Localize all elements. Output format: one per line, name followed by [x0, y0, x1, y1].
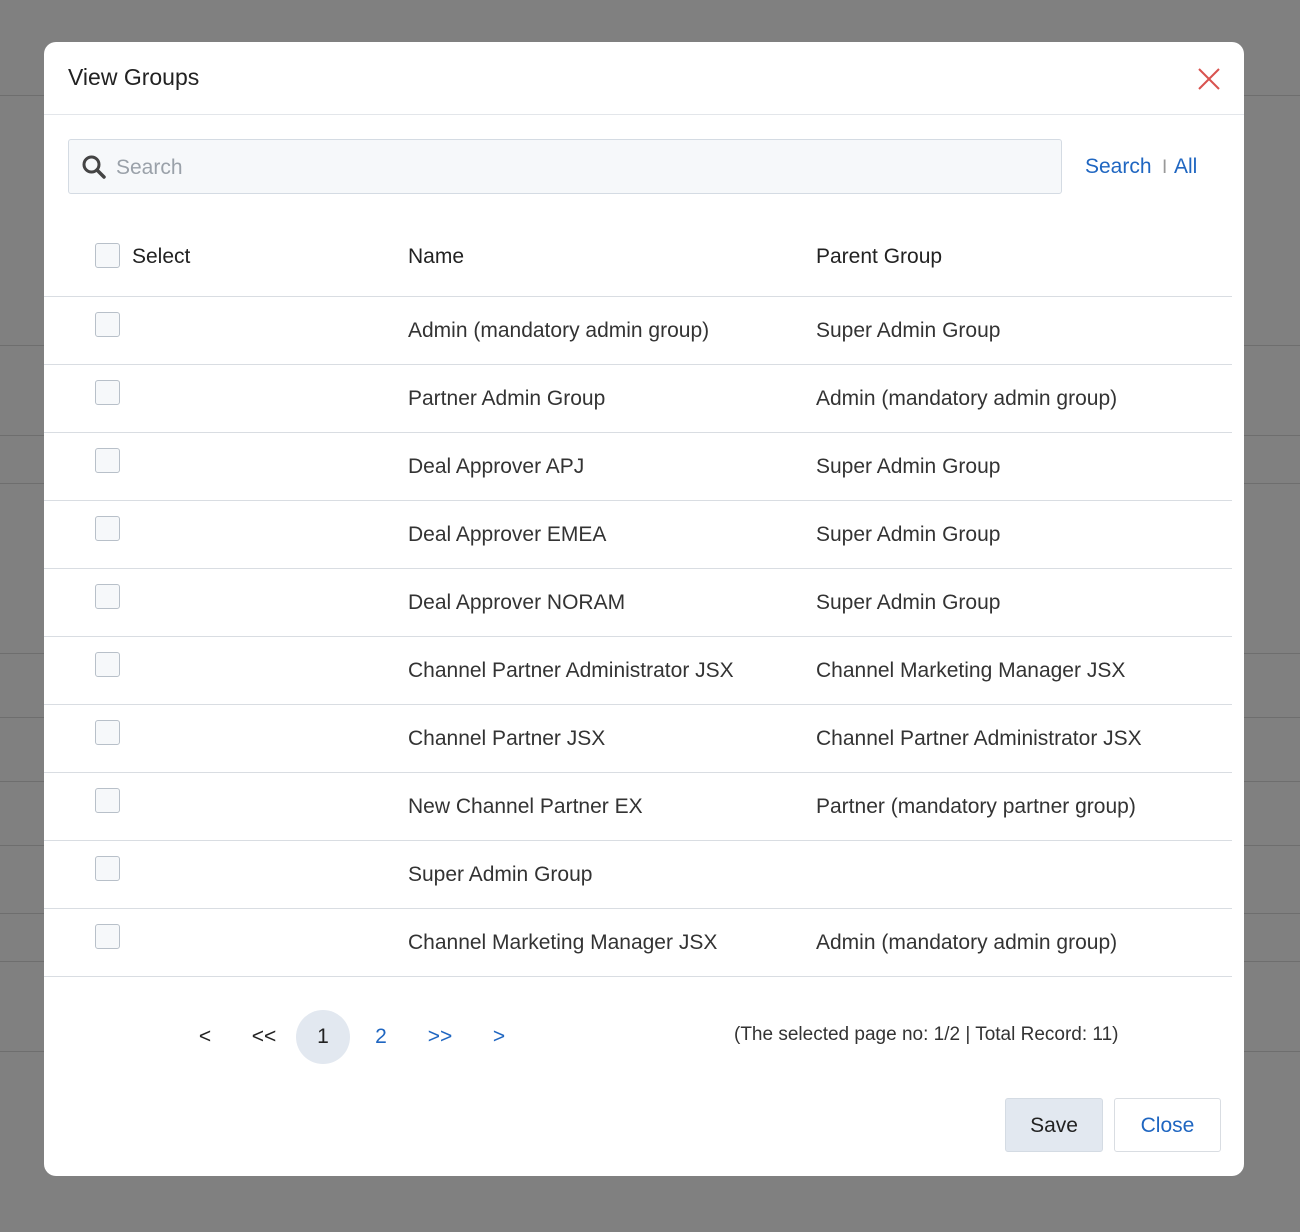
- pager-page-1[interactable]: 1: [296, 1010, 350, 1064]
- row-checkbox[interactable]: [95, 312, 120, 337]
- pager-next[interactable]: >: [484, 1010, 514, 1064]
- table-row: Deal Approver APJ Super Admin Group: [44, 433, 1232, 501]
- save-button[interactable]: Save: [1005, 1098, 1103, 1152]
- search-box: [68, 139, 1062, 194]
- all-link[interactable]: All: [1174, 155, 1197, 179]
- parent-group: Super Admin Group: [816, 319, 1001, 342]
- page-info: (The selected page no: 1/2 | Total Recor…: [734, 1024, 1119, 1045]
- pager-first[interactable]: <<: [244, 1010, 284, 1064]
- table-row: Channel Partner JSX Channel Partner Admi…: [44, 705, 1232, 773]
- parent-group: Channel Marketing Manager JSX: [816, 659, 1126, 682]
- close-icon[interactable]: [1196, 66, 1222, 92]
- row-checkbox[interactable]: [95, 380, 120, 405]
- group-name: Channel Partner JSX: [408, 727, 606, 750]
- table-row: Channel Partner Administrator JSX Channe…: [44, 637, 1232, 705]
- row-checkbox[interactable]: [95, 584, 120, 609]
- group-name: Deal Approver EMEA: [408, 523, 607, 546]
- group-name: Deal Approver NORAM: [408, 591, 626, 614]
- table-row: Super Admin Group: [44, 841, 1232, 909]
- close-button[interactable]: Close: [1114, 1098, 1221, 1152]
- groups-table: Select Name Parent Group Admin (mandator…: [44, 232, 1232, 977]
- group-name: Super Admin Group: [408, 863, 593, 886]
- pager-last[interactable]: >>: [420, 1010, 460, 1064]
- table-row: Channel Marketing Manager JSX Admin (man…: [44, 909, 1232, 977]
- search-link[interactable]: Search: [1085, 155, 1152, 179]
- column-header-select: Select: [132, 245, 191, 268]
- pager-prev[interactable]: <: [190, 1010, 220, 1064]
- table-row: New Channel Partner EX Partner (mandator…: [44, 773, 1232, 841]
- table-header-row: Select Name Parent Group: [44, 232, 1232, 297]
- parent-group: Channel Partner Administrator JSX: [816, 727, 1142, 750]
- parent-group: Super Admin Group: [816, 523, 1001, 546]
- row-checkbox[interactable]: [95, 448, 120, 473]
- group-name: Channel Partner Administrator JSX: [408, 659, 734, 682]
- table-row: Deal Approver NORAM Super Admin Group: [44, 569, 1232, 637]
- table-row: Partner Admin Group Admin (mandatory adm…: [44, 365, 1232, 433]
- row-checkbox[interactable]: [95, 788, 120, 813]
- parent-group: Super Admin Group: [816, 455, 1001, 478]
- column-header-parent-group: Parent Group: [816, 245, 943, 268]
- row-checkbox[interactable]: [95, 856, 120, 881]
- group-name: New Channel Partner EX: [408, 795, 643, 818]
- search-icon: [82, 155, 106, 179]
- row-checkbox[interactable]: [95, 652, 120, 677]
- column-header-name: Name: [408, 245, 465, 268]
- parent-group: Partner (mandatory partner group): [816, 795, 1136, 818]
- row-checkbox[interactable]: [95, 720, 120, 745]
- search-input[interactable]: [114, 141, 1048, 194]
- group-name: Admin (mandatory admin group): [408, 319, 710, 342]
- modal-header: View Groups: [44, 42, 1244, 115]
- group-name: Channel Marketing Manager JSX: [408, 931, 718, 954]
- modal-title: View Groups: [68, 64, 200, 90]
- table-row: Deal Approver EMEA Super Admin Group: [44, 501, 1232, 569]
- view-groups-modal: View Groups Search I All Select Name Par…: [44, 42, 1244, 1176]
- parent-group: Admin (mandatory admin group): [816, 931, 1118, 954]
- link-separator: I: [1162, 157, 1168, 178]
- parent-group: Admin (mandatory admin group): [816, 387, 1118, 410]
- table-row: Admin (mandatory admin group) Super Admi…: [44, 297, 1232, 365]
- pager-page-2[interactable]: 2: [366, 1010, 396, 1064]
- row-checkbox[interactable]: [95, 516, 120, 541]
- group-name: Deal Approver APJ: [408, 455, 585, 478]
- parent-group: Super Admin Group: [816, 591, 1001, 614]
- group-name: Partner Admin Group: [408, 387, 606, 410]
- row-checkbox[interactable]: [95, 924, 120, 949]
- select-all-checkbox[interactable]: [95, 243, 120, 268]
